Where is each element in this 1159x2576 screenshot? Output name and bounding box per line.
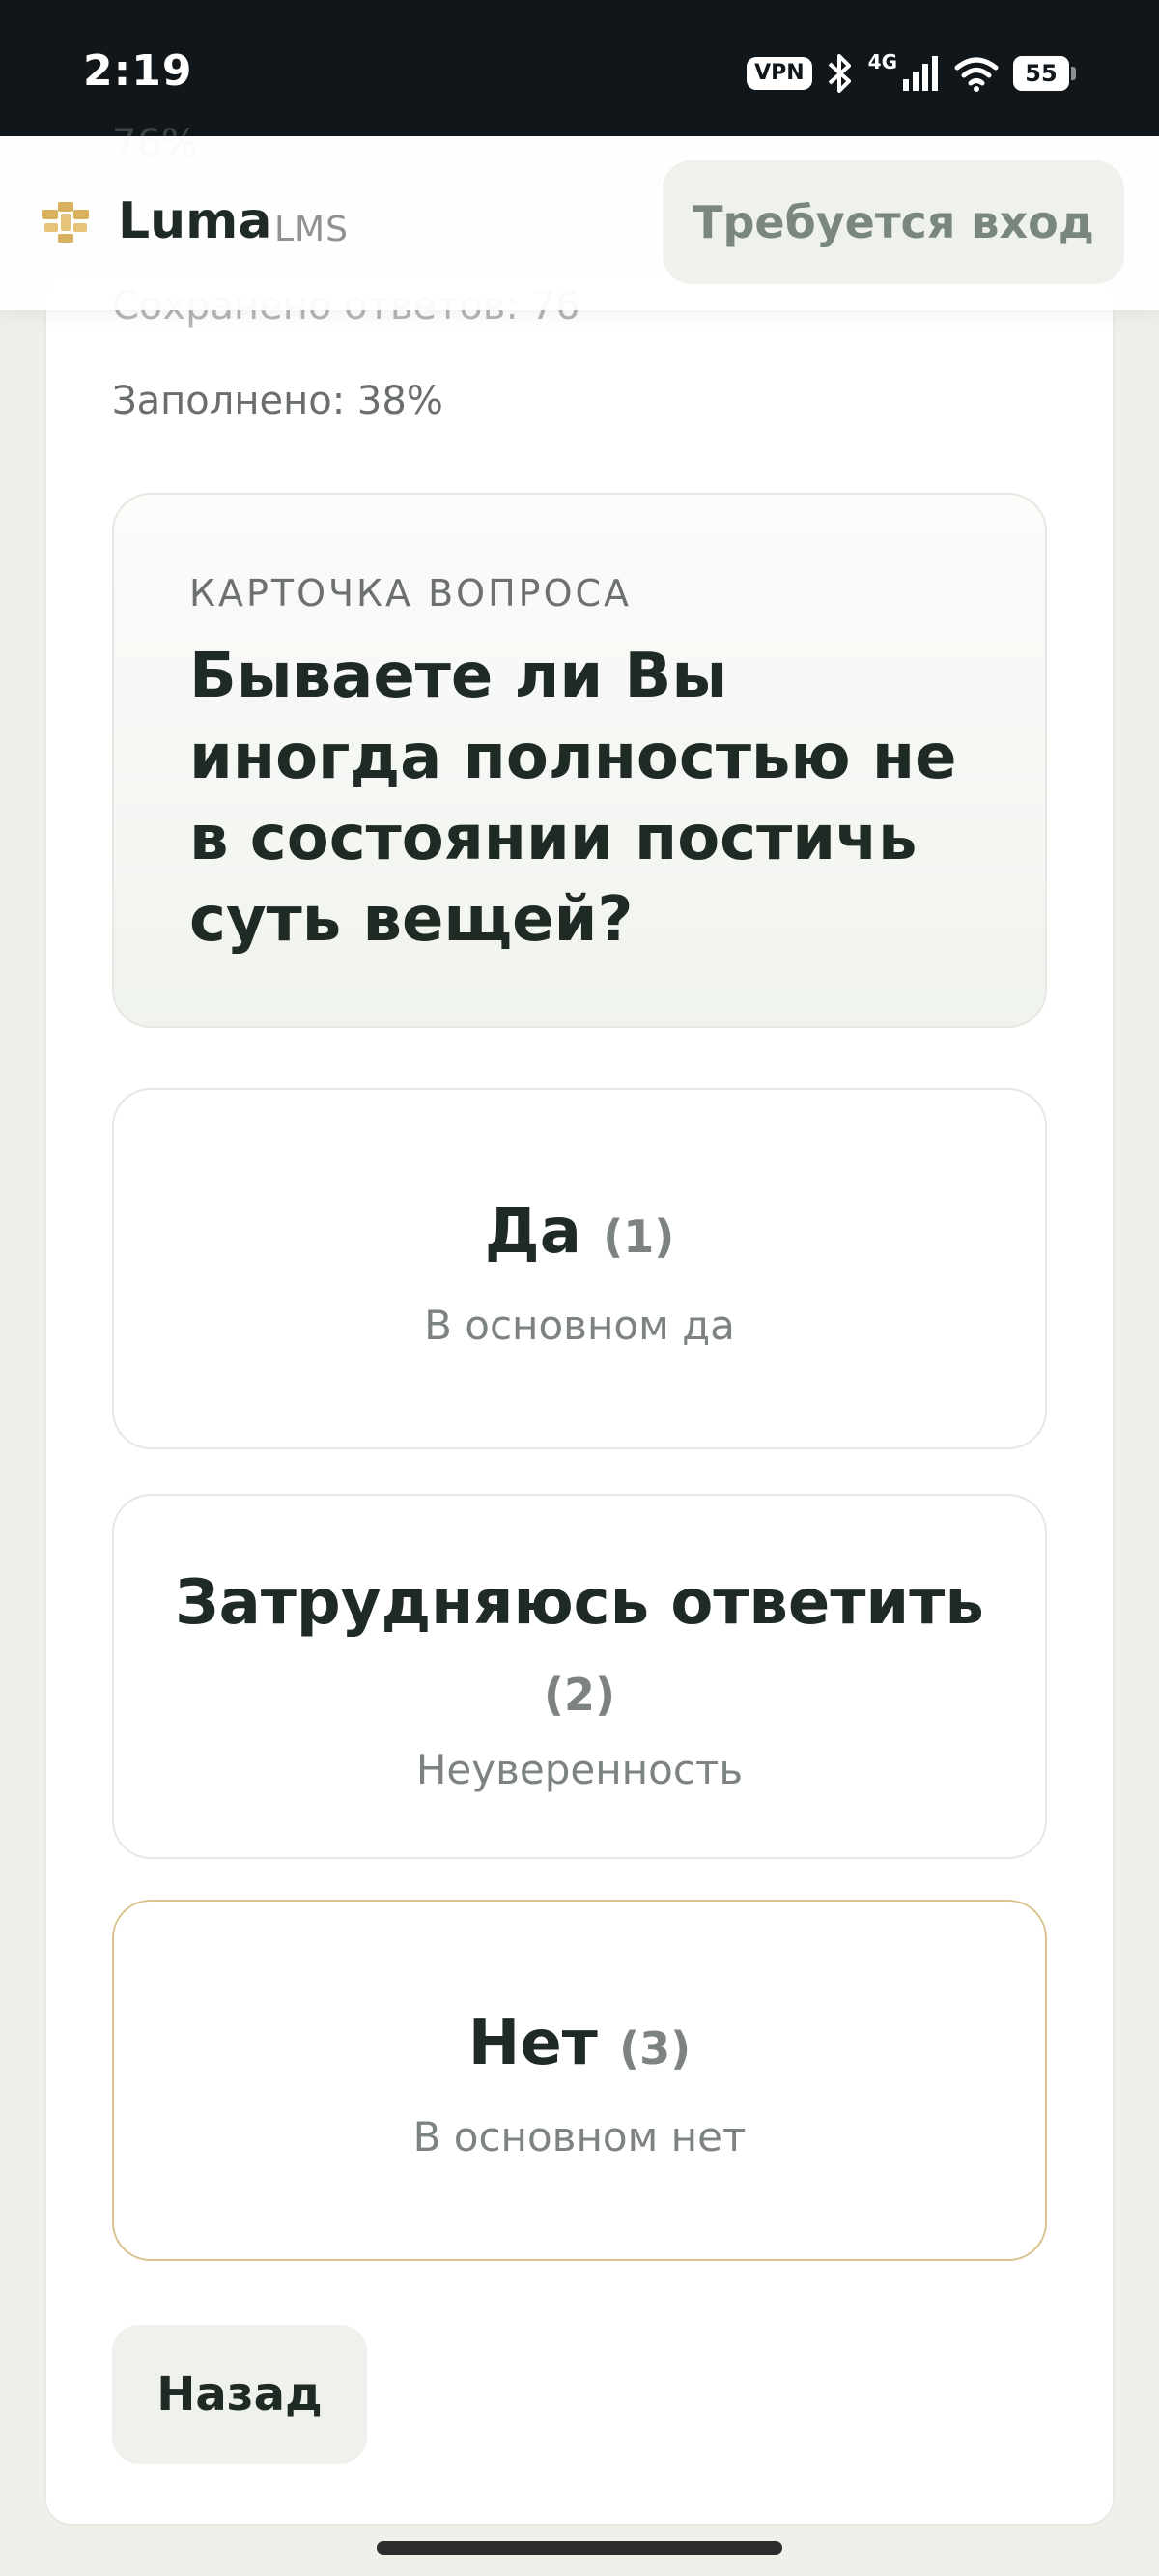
- question-text: Бываете ли Вы иногда полностью не в сост…: [189, 641, 957, 956]
- status-time: 2:19: [83, 46, 193, 96]
- option-description: Неуверенность: [415, 1746, 744, 1793]
- back-button[interactable]: Назад: [112, 2325, 367, 2464]
- status-bar: 2:19 VPN 4G 55: [0, 0, 1159, 136]
- option-label: Затрудняюсь ответить: [175, 1567, 984, 1639]
- question-card-label: КАРТОЧКА ВОПРОСА: [189, 572, 633, 615]
- app-header: Luma LMS Требуется вход: [0, 136, 1159, 310]
- brand-subtitle: LMS: [274, 210, 349, 249]
- answer-option-no[interactable]: Нет (3) В основном нет: [112, 1900, 1047, 2261]
- luma-logo-icon[interactable]: [39, 198, 93, 246]
- battery-icon: 55: [1013, 56, 1076, 91]
- battery-level: 55: [1013, 56, 1069, 91]
- option-description: В основном нет: [412, 2113, 747, 2161]
- option-number: (2): [543, 1669, 616, 1721]
- wifi-icon: [954, 57, 999, 92]
- network-type-label: 4G: [867, 50, 897, 73]
- battery-tip: [1071, 67, 1076, 80]
- option-number: (1): [603, 1211, 675, 1263]
- brand-name[interactable]: Luma: [118, 192, 271, 250]
- option-number: (3): [619, 2022, 692, 2075]
- question-card: КАРТОЧКА ВОПРОСА Бываете ли Вы иногда по…: [112, 493, 1047, 1028]
- answer-option-yes[interactable]: Да (1) В основном да: [112, 1088, 1047, 1449]
- signal-icon: [903, 56, 938, 91]
- bluetooth-icon: [828, 54, 851, 93]
- option-label: Да: [484, 1196, 581, 1268]
- filled-percent-text: Заполнено: 38%: [112, 379, 443, 423]
- option-title: Затрудняюсь ответить (2): [175, 1560, 984, 1738]
- option-title: Нет (3): [468, 2000, 691, 2092]
- home-indicator[interactable]: [377, 2541, 782, 2555]
- option-description: В основном да: [424, 1302, 735, 1349]
- answer-option-unsure[interactable]: Затрудняюсь ответить (2) Неуверенность: [112, 1494, 1047, 1859]
- option-label: Нет: [467, 2008, 598, 2079]
- status-icons: VPN 4G 55: [747, 50, 1076, 97]
- login-required-button[interactable]: Требуется вход: [663, 160, 1124, 284]
- option-title: Да (1): [485, 1188, 675, 1280]
- vpn-badge: VPN: [747, 57, 812, 90]
